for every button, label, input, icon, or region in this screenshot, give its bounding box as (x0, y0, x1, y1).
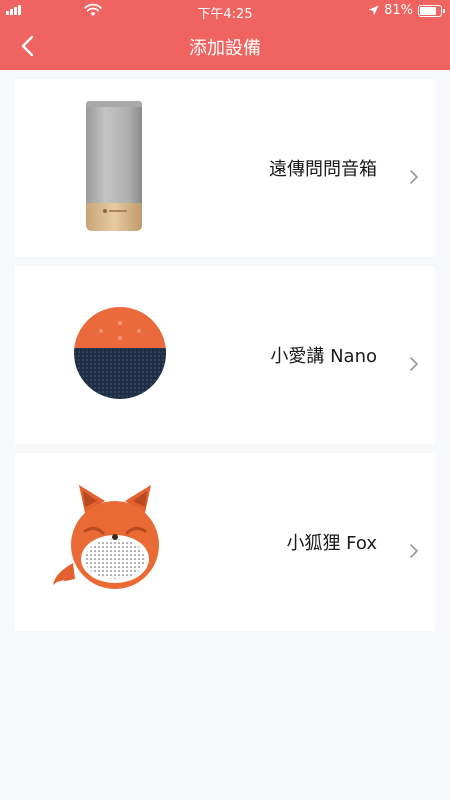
battery-fill (420, 6, 437, 15)
device-label: 小狐狸 Fox (286, 533, 377, 554)
location-arrow-icon (368, 5, 379, 16)
device-label: 小愛講 Nano (270, 346, 377, 367)
chevron-right-icon (410, 357, 418, 371)
chevron-right-icon (410, 544, 418, 558)
device-card-1[interactable]: 遠傳問問音箱 (15, 79, 435, 257)
chevron-right-icon (410, 170, 418, 184)
status-right: 81% (368, 3, 445, 18)
device-card-3[interactable]: 小狐狸 Fox (15, 453, 435, 631)
nav-bar: 添加設備 (0, 22, 450, 70)
battery-percent: 81% (384, 3, 413, 18)
device-card-2[interactable]: 小愛講 Nano (15, 266, 435, 444)
status-bar: 下午4:25 81% (0, 0, 450, 22)
device-label: 遠傳問問音箱 (269, 159, 377, 180)
battery-icon (418, 4, 445, 17)
cylinder-speaker-image (86, 101, 142, 231)
fox-speaker-image (53, 485, 159, 591)
page-title: 添加設備 (189, 38, 261, 59)
round-speaker-image (74, 307, 166, 399)
top-bar: 下午4:25 81% 添加設備 (0, 0, 450, 70)
